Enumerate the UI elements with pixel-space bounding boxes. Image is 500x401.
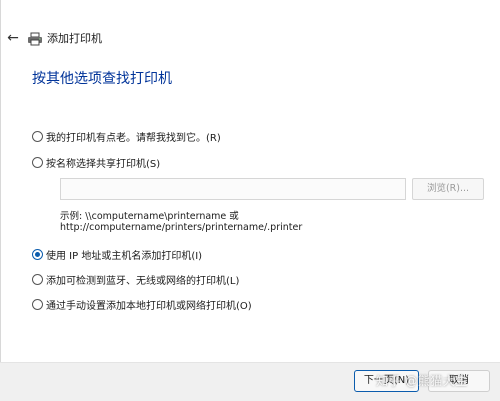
option-shared-by-name[interactable]: 按名称选择共享打印机(S) xyxy=(32,154,160,170)
radio-button-selected[interactable] xyxy=(32,248,43,260)
browse-button[interactable]: 浏览(R)... xyxy=(412,178,484,200)
window-border xyxy=(0,0,1,401)
option-label: 我的打印机有点老。请帮我找到它。(R) xyxy=(46,132,221,144)
example-text-line1: 示例: \\computername\printername 或 xyxy=(60,211,239,222)
example-text-line2: http://computername/printers/printername… xyxy=(60,222,303,233)
radio-button[interactable] xyxy=(32,273,43,285)
arrow-left-icon: ← xyxy=(7,30,19,46)
option-label: 使用 IP 地址或主机名添加打印机(I) xyxy=(46,250,203,262)
option-ip-hostname[interactable]: 使用 IP 地址或主机名添加打印机(I) xyxy=(32,246,202,262)
option-label: 添加可检测到蓝牙、无线或网络的打印机(L) xyxy=(46,275,240,287)
radio-button[interactable] xyxy=(32,156,43,168)
shared-printer-name-input[interactable] xyxy=(60,178,406,200)
option-label: 按名称选择共享打印机(S) xyxy=(46,158,161,170)
radio-button[interactable] xyxy=(32,298,43,310)
radio-button[interactable] xyxy=(32,130,43,142)
option-label: 通过手动设置添加本地打印机或网络打印机(O) xyxy=(46,300,252,312)
add-printer-window: ← 添加打印机 按其他选项查找打印机 我的打印机有点老。请帮我找到它。(R) 按… xyxy=(0,0,500,401)
option-old-printer[interactable]: 我的打印机有点老。请帮我找到它。(R) xyxy=(32,128,221,144)
printer-icon xyxy=(27,31,43,46)
title-bar: ← 添加打印机 xyxy=(0,22,500,54)
window-title: 添加打印机 xyxy=(47,32,102,45)
page-heading: 按其他选项查找打印机 xyxy=(32,71,172,87)
option-manual-local-network[interactable]: 通过手动设置添加本地打印机或网络打印机(O) xyxy=(32,296,252,312)
back-button[interactable]: ← xyxy=(4,30,22,46)
option-bluetooth-wireless-network[interactable]: 添加可检测到蓝牙、无线或网络的打印机(L) xyxy=(32,271,239,287)
watermark: 知乎 @熊猫大生 xyxy=(376,374,468,388)
